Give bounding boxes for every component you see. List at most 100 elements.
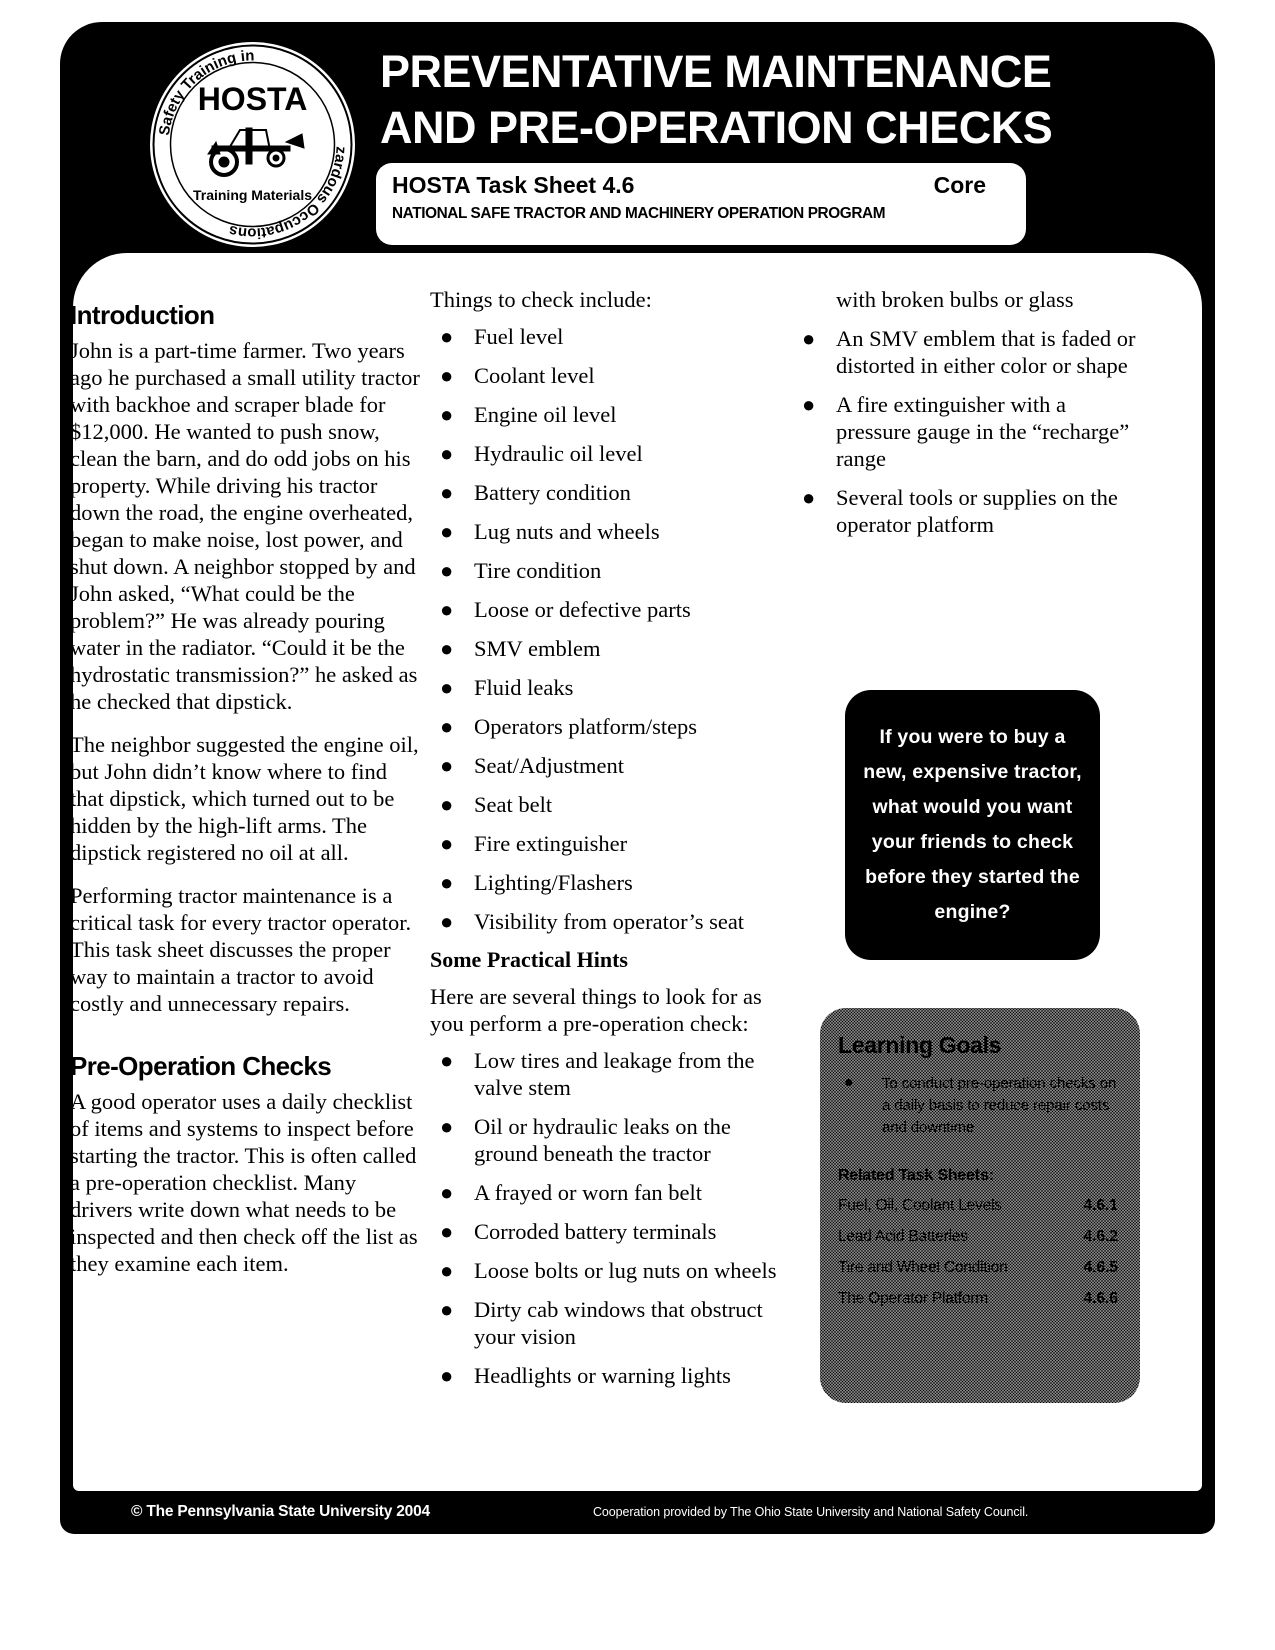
bullet-icon: ●	[440, 831, 454, 856]
column-middle: Things to check include: ● Fuel level ● Coo…	[430, 286, 782, 1401]
checklist-item: ● SMV emblem	[430, 635, 782, 662]
bullet-icon: ●	[440, 792, 454, 817]
introduction-paragraph-3: Performing tractor maintenance is a crit…	[70, 883, 412, 1016]
checklist-item: ● Hydraulic oil level	[430, 440, 782, 467]
bullet-icon: ●	[440, 1114, 454, 1139]
checklist-item-label: Seat belt	[474, 792, 553, 817]
hint-item-label: A frayed or worn fan belt	[474, 1180, 703, 1205]
page-title: PREVENTATIVE MAINTENANCE AND PRE-OPERATI…	[380, 46, 1053, 153]
related-task-sheet-row[interactable]: The Operator Platform 4.6.6	[838, 1290, 1122, 1308]
hint-item: ● An SMV emblem that is faded or distorte…	[792, 325, 1144, 379]
hint-item: ● Loose bolts or lug nuts on wheels	[430, 1257, 782, 1284]
related-task-sheet-row[interactable]: Tire and Wheel Condition 4.6.5	[838, 1259, 1122, 1277]
checklist-item: ● Visibility from operator’s seat	[430, 908, 782, 935]
hint-item-label: Dirty cab windows that obstruct your vis…	[474, 1297, 763, 1349]
hint-item-label: An SMV emblem that is faded or distorted…	[836, 326, 1136, 378]
bullet-icon: ●	[440, 558, 454, 583]
learning-goal-label: To conduct pre-operation checks on a dai…	[882, 1075, 1117, 1136]
bullet-icon: ●	[440, 1180, 454, 1205]
practical-hints-list: ● Low tires and leakage from the valve st…	[430, 1047, 782, 1389]
checklist-item-label: Fire extinguisher	[474, 831, 628, 856]
bullet-icon: ●	[802, 326, 816, 351]
bullet-icon: ●	[440, 519, 454, 544]
things-to-check-list: ● Fuel level ● Coolant level ● Engine oil lev…	[430, 323, 782, 935]
hint-item: ● A frayed or worn fan belt	[430, 1179, 782, 1206]
right-column-list: ● An SMV emblem that is faded or distorte…	[792, 325, 1144, 538]
related-task-sheet-name: Tire and Wheel Condition	[838, 1259, 1008, 1276]
checklist-item-label: Operators platform/steps	[474, 714, 698, 739]
introduction-paragraph-2: The neighbor suggested the engine oil, b…	[70, 732, 419, 865]
checklist-item-label: Seat/Adjustment	[474, 753, 624, 778]
related-task-sheet-name: Lead Acid Batteries	[838, 1228, 968, 1245]
checklist-item: ● Operators platform/steps	[430, 713, 782, 740]
practical-hints-lead: Here are several things to look for as y…	[430, 984, 762, 1036]
hint-item: ● Oil or hydraulic leaks on the ground be…	[430, 1113, 782, 1167]
bullet-icon: ●	[440, 1258, 454, 1283]
question-callout-text: If you were to buy a new, expensive trac…	[863, 726, 1082, 923]
learning-goals-list: ● To conduct pre-operation checks on a da…	[838, 1073, 1122, 1139]
bullet-icon: ●	[440, 1048, 454, 1073]
checklist-item-label: Visibility from operator’s seat	[474, 909, 745, 934]
bullet-icon: ●	[440, 324, 454, 349]
introduction-heading: Introduction	[70, 300, 215, 330]
hint-item: ● Low tires and leakage from the valve st…	[430, 1047, 782, 1101]
checklist-item-label: Fluid leaks	[474, 675, 574, 700]
page-header: Safety Training in Hazardous Occupations…	[60, 22, 1215, 254]
checklist-item-label: Engine oil level	[474, 402, 617, 427]
related-task-sheet-name: Fuel, Oil, Coolant Levels	[838, 1197, 1002, 1214]
task-sheet-number: HOSTA Task Sheet 4.6	[392, 172, 635, 198]
bullet-icon: ●	[440, 1297, 454, 1322]
learning-goal-item: ● To conduct pre-operation checks on a da…	[838, 1073, 1122, 1139]
bullet-icon: ●	[440, 363, 454, 388]
checklist-item: ● Lighting/Flashers	[430, 869, 782, 896]
checklist-item: ● Battery condition	[430, 479, 782, 506]
preoperation-checks-paragraph: A good operator uses a daily checklist o…	[70, 1089, 418, 1276]
related-task-sheet-number: 4.6.5	[1083, 1259, 1118, 1276]
hosta-logo: Safety Training in Hazardous Occupations…	[150, 42, 360, 247]
related-task-sheet-row[interactable]: Fuel, Oil, Coolant Levels 4.6.1	[838, 1197, 1122, 1215]
bullet-icon: ●	[802, 485, 816, 510]
hint-item-label: Oil or hydraulic leaks on the ground ben…	[474, 1114, 731, 1166]
related-task-sheet-number: 4.6.6	[1083, 1290, 1118, 1307]
checklist-item: ● Fire extinguisher	[430, 830, 782, 857]
checklist-item: ● Tire condition	[430, 557, 782, 584]
bullet-icon: ●	[440, 1363, 454, 1388]
task-sheet-bar-row: HOSTA Task Sheet 4.6 Core	[392, 172, 1010, 199]
hint-item-label: Several tools or supplies on the operato…	[836, 485, 1118, 537]
introduction-paragraph-1: John is a part-time farmer. Two years ag…	[70, 338, 420, 714]
checklist-item: ● Fuel level	[430, 323, 782, 350]
continuation-line: with broken bulbs or glass	[836, 287, 1074, 312]
hint-item: ● Corroded battery terminals	[430, 1218, 782, 1245]
checklist-item: ● Coolant level	[430, 362, 782, 389]
task-sheet-bar: HOSTA Task Sheet 4.6 Core NATIONAL SAFE …	[376, 163, 1026, 245]
checklist-item-label: SMV emblem	[474, 636, 601, 661]
checklist-item: ● Fluid leaks	[430, 674, 782, 701]
bullet-icon: ●	[802, 392, 816, 417]
related-task-sheet-name: The Operator Platform	[838, 1290, 988, 1307]
related-task-sheet-row[interactable]: Lead Acid Batteries 4.6.2	[838, 1228, 1122, 1246]
task-sheet-page: Safety Training in Hazardous Occupations…	[0, 0, 1275, 1650]
hint-item-label: Headlights or warning lights	[474, 1363, 731, 1388]
column-left: Introduction John is a part-time farmer.…	[70, 300, 422, 1293]
checklist-item: ● Loose or defective parts	[430, 596, 782, 623]
checklist-item-label: Coolant level	[474, 363, 595, 388]
checklist-item-label: Loose or defective parts	[474, 597, 691, 622]
hint-item-label: Low tires and leakage from the valve ste…	[474, 1048, 755, 1100]
bullet-icon: ●	[440, 402, 454, 427]
bullet-icon: ●	[440, 714, 454, 739]
bullet-icon: ●	[440, 636, 454, 661]
question-callout: If you were to buy a new, expensive trac…	[845, 690, 1100, 960]
related-task-sheet-number: 4.6.2	[1083, 1228, 1118, 1245]
checklist-item-label: Battery condition	[474, 480, 631, 505]
checklist-item: ● Seat belt	[430, 791, 782, 818]
core-badge: Core	[933, 172, 986, 198]
related-task-sheets-title: Related Task Sheets:	[838, 1167, 994, 1184]
hint-item-label: Loose bolts or lug nuts on wheels	[474, 1258, 777, 1283]
hint-item: ● Headlights or warning lights	[430, 1362, 782, 1389]
bullet-icon: ●	[440, 480, 454, 505]
related-task-sheets-list: Fuel, Oil, Coolant Levels 4.6.1 Lead Acid …	[838, 1197, 1122, 1308]
checklist-item: ● Seat/Adjustment	[430, 752, 782, 779]
hint-item: ● A fire extinguisher with a pressure gau…	[792, 391, 1144, 472]
program-name: NATIONAL SAFE TRACTOR AND MACHINERY OPER…	[392, 205, 886, 222]
column-right: with broken bulbs or glass ● An SMV emble…	[792, 286, 1144, 550]
